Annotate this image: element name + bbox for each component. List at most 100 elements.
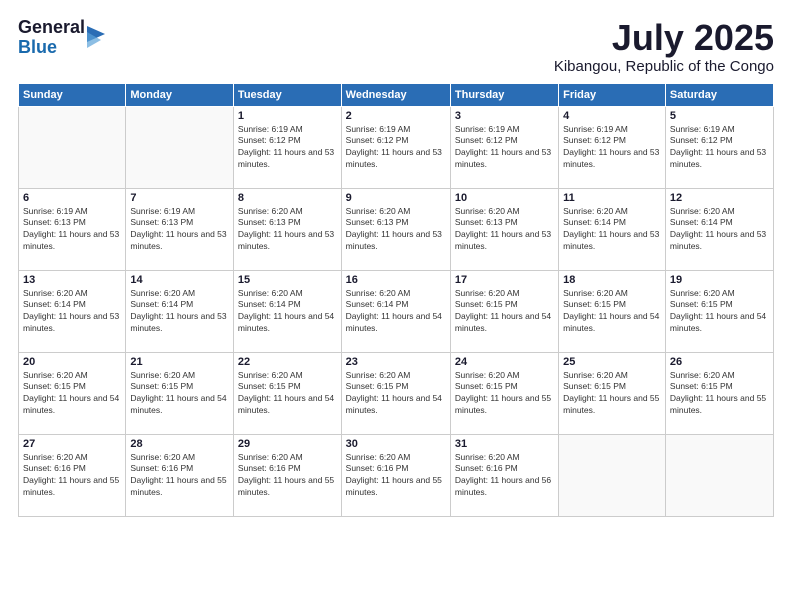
calendar-cell [19,106,126,188]
day-number: 31 [455,438,554,450]
day-detail: Sunrise: 6:20 AMSunset: 6:15 PMDaylight:… [670,288,769,336]
day-detail: Sunrise: 6:20 AMSunset: 6:15 PMDaylight:… [23,370,121,418]
calendar-cell: 1 Sunrise: 6:19 AMSunset: 6:12 PMDaylight… [233,106,341,188]
day-detail: Sunrise: 6:20 AMSunset: 6:15 PMDaylight:… [670,370,769,418]
calendar-cell: 25Sunrise: 6:20 AMSunset: 6:15 PMDayligh… [559,352,666,434]
logo-general: General [18,18,85,38]
day-number: 10 [455,192,554,204]
day-number: 22 [238,356,337,368]
day-number: 18 [563,274,661,286]
day-number: 15 [238,274,337,286]
day-detail: Sunrise: 6:20 AMSunset: 6:16 PMDaylight:… [455,452,554,500]
day-number: 7 [130,192,229,204]
day-detail: Sunrise: 6:20 AMSunset: 6:13 PMDaylight:… [455,206,554,254]
calendar-cell: 30 Sunrise: 6:20 AMSunset: 6:16 PMDayligh… [341,434,450,516]
calendar-cell: 20 Sunrise: 6:20 AMSunset: 6:15 PMDayligh… [19,352,126,434]
calendar-cell: 22 Sunrise: 6:20 AMSunset: 6:15 PMDayligh… [233,352,341,434]
day-number: 12 [670,192,769,204]
day-number: 28 [130,438,229,450]
calendar-week-1: 1 Sunrise: 6:19 AMSunset: 6:12 PMDaylight… [19,106,774,188]
day-number: 20 [23,356,121,368]
calendar: SundayMondayTuesdayWednesdayThursdayFrid… [18,83,774,517]
day-number: 2 [346,110,446,122]
calendar-cell: 7 Sunrise: 6:19 AMSunset: 6:13 PMDaylight… [126,188,234,270]
day-detail: Sunrise: 6:20 AMSunset: 6:15 PMDaylight:… [455,288,554,336]
day-detail: Sunrise: 6:20 AMSunset: 6:14 PMDaylight:… [23,288,121,336]
weekday-header-monday: Monday [126,83,234,106]
day-detail: Sunrise: 6:19 AMSunset: 6:12 PMDaylight:… [563,124,661,172]
day-number: 30 [346,438,446,450]
day-number: 9 [346,192,446,204]
calendar-cell: 10 Sunrise: 6:20 AMSunset: 6:13 PMDayligh… [450,188,558,270]
day-detail: Sunrise: 6:20 AMSunset: 6:15 PMDaylight:… [455,370,554,418]
calendar-cell: 17 Sunrise: 6:20 AMSunset: 6:15 PMDayligh… [450,270,558,352]
weekday-header-friday: Friday [559,83,666,106]
calendar-cell: 9 Sunrise: 6:20 AMSunset: 6:13 PMDaylight… [341,188,450,270]
calendar-week-3: 13 Sunrise: 6:20 AMSunset: 6:14 PMDayligh… [19,270,774,352]
day-detail: Sunrise: 6:19 AMSunset: 6:13 PMDaylight:… [23,206,121,254]
weekday-header-thursday: Thursday [450,83,558,106]
calendar-cell: 11Sunrise: 6:20 AMSunset: 6:14 PMDayligh… [559,188,666,270]
calendar-cell [665,434,773,516]
calendar-cell: 27Sunrise: 6:20 AMSunset: 6:16 PMDayligh… [19,434,126,516]
calendar-cell [559,434,666,516]
day-detail: Sunrise: 6:20 AMSunset: 6:14 PMDaylight:… [346,288,446,336]
calendar-cell: 29 Sunrise: 6:20 AMSunset: 6:16 PMDayligh… [233,434,341,516]
month-title: July 2025 [554,18,774,58]
day-number: 24 [455,356,554,368]
day-number: 23 [346,356,446,368]
logo: General Blue [18,18,105,58]
day-detail: Sunrise: 6:20 AMSunset: 6:13 PMDaylight:… [346,206,446,254]
day-number: 29 [238,438,337,450]
day-number: 14 [130,274,229,286]
day-number: 5 [670,110,769,122]
day-detail: Sunrise: 6:20 AMSunset: 6:16 PMDaylight:… [130,452,229,500]
day-number: 16 [346,274,446,286]
calendar-cell: 13 Sunrise: 6:20 AMSunset: 6:14 PMDayligh… [19,270,126,352]
day-detail: Sunrise: 6:19 AMSunset: 6:12 PMDaylight:… [670,124,769,172]
day-number: 1 [238,110,337,122]
day-number: 13 [23,274,121,286]
logo-text: General Blue [18,18,85,58]
day-detail: Sunrise: 6:19 AMSunset: 6:13 PMDaylight:… [130,206,229,254]
calendar-cell: 23 Sunrise: 6:20 AMSunset: 6:15 PMDayligh… [341,352,450,434]
day-number: 11 [563,192,661,204]
header: General Blue July 2025 Kibangou, Republi… [18,18,774,75]
day-detail: Sunrise: 6:20 AMSunset: 6:14 PMDaylight:… [238,288,337,336]
weekday-header-saturday: Saturday [665,83,773,106]
day-number: 17 [455,274,554,286]
day-detail: Sunrise: 6:20 AMSunset: 6:15 PMDaylight:… [238,370,337,418]
day-number: 19 [670,274,769,286]
page: General Blue July 2025 Kibangou, Republi… [0,0,792,612]
calendar-week-4: 20 Sunrise: 6:20 AMSunset: 6:15 PMDayligh… [19,352,774,434]
day-detail: Sunrise: 6:20 AMSunset: 6:15 PMDaylight:… [130,370,229,418]
day-detail: Sunrise: 6:19 AMSunset: 6:12 PMDaylight:… [238,124,337,172]
weekday-header-sunday: Sunday [19,83,126,106]
day-detail: Sunrise: 6:20 AMSunset: 6:16 PMDaylight:… [346,452,446,500]
logo-blue: Blue [18,38,85,58]
calendar-cell: 8Sunrise: 6:20 AMSunset: 6:13 PMDaylight… [233,188,341,270]
calendar-cell: 5 Sunrise: 6:19 AMSunset: 6:12 PMDaylight… [665,106,773,188]
day-detail: Sunrise: 6:20 AMSunset: 6:16 PMDaylight:… [238,452,337,500]
calendar-cell: 12Sunrise: 6:20 AMSunset: 6:14 PMDayligh… [665,188,773,270]
day-detail: Sunrise: 6:20 AMSunset: 6:15 PMDaylight:… [346,370,446,418]
calendar-cell: 16 Sunrise: 6:20 AMSunset: 6:14 PMDayligh… [341,270,450,352]
weekday-header-tuesday: Tuesday [233,83,341,106]
day-number: 25 [563,356,661,368]
day-detail: Sunrise: 6:20 AMSunset: 6:14 PMDaylight:… [130,288,229,336]
day-number: 21 [130,356,229,368]
day-number: 27 [23,438,121,450]
calendar-cell: 26 Sunrise: 6:20 AMSunset: 6:15 PMDayligh… [665,352,773,434]
calendar-cell: 2 Sunrise: 6:19 AMSunset: 6:12 PMDaylight… [341,106,450,188]
day-number: 6 [23,192,121,204]
day-detail: Sunrise: 6:20 AMSunset: 6:13 PMDaylight:… [238,206,337,254]
day-number: 4 [563,110,661,122]
day-number: 26 [670,356,769,368]
day-detail: Sunrise: 6:19 AMSunset: 6:12 PMDaylight:… [346,124,446,172]
calendar-cell: 24 Sunrise: 6:20 AMSunset: 6:15 PMDayligh… [450,352,558,434]
day-detail: Sunrise: 6:19 AMSunset: 6:12 PMDaylight:… [455,124,554,172]
calendar-cell: 31 Sunrise: 6:20 AMSunset: 6:16 PMDayligh… [450,434,558,516]
calendar-cell [126,106,234,188]
calendar-cell: 19 Sunrise: 6:20 AMSunset: 6:15 PMDayligh… [665,270,773,352]
calendar-cell: 18Sunrise: 6:20 AMSunset: 6:15 PMDayligh… [559,270,666,352]
